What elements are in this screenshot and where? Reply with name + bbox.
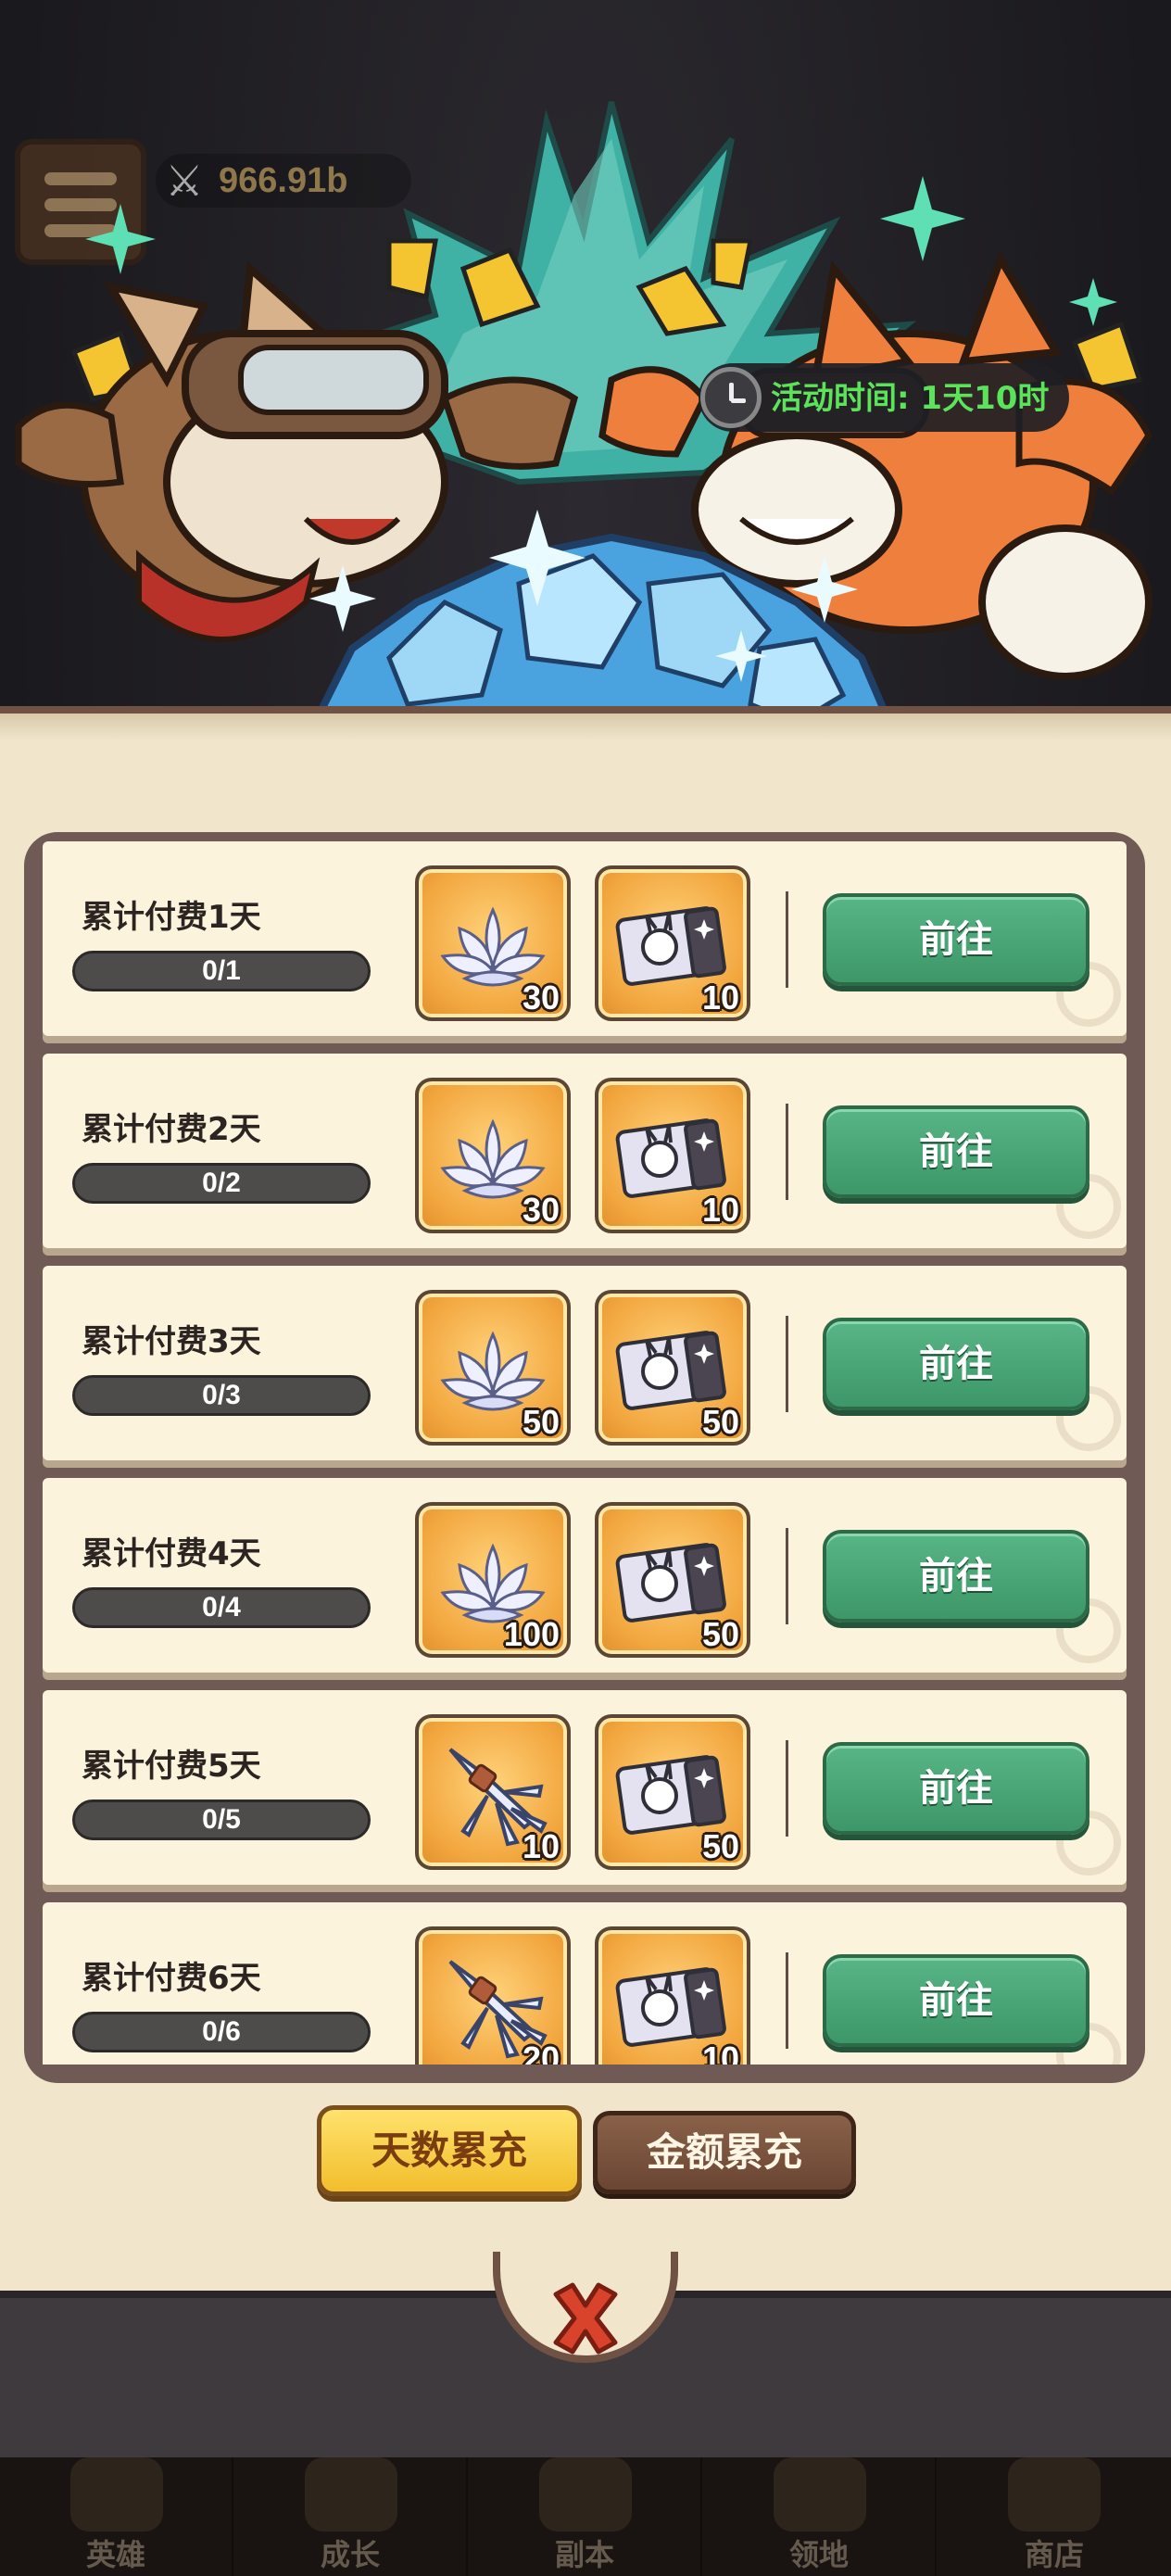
reward-item[interactable]: 50 bbox=[415, 1290, 571, 1446]
reward-row: 累计付费4天 0/4 100 50 前往 bbox=[43, 1478, 1127, 1673]
reward-item[interactable]: 30 bbox=[415, 1078, 571, 1233]
row-title: 累计付费6天 bbox=[82, 1960, 261, 1997]
go-button[interactable]: 前往 bbox=[823, 1105, 1089, 1198]
reward-quantity: 10 bbox=[701, 1191, 739, 1229]
crossed-swords-icon bbox=[539, 2457, 632, 2532]
reward-row: 累计付费6天 0/6 20 10 前往 bbox=[43, 1902, 1127, 2065]
nav-label: 领地 bbox=[788, 2537, 849, 2572]
reward-quantity: 30 bbox=[522, 1191, 560, 1229]
shop-chest-icon bbox=[1008, 2457, 1101, 2532]
reward-item[interactable]: 50 bbox=[595, 1290, 750, 1446]
tab-daily-recharge[interactable]: 天数累充 bbox=[317, 2105, 582, 2196]
growth-icon bbox=[305, 2457, 397, 2532]
progress-text: 0/5 bbox=[202, 1804, 241, 1835]
nav-label: 商店 bbox=[1024, 2537, 1084, 2572]
go-button-label: 前往 bbox=[919, 1767, 993, 1810]
clock-icon bbox=[700, 367, 762, 428]
reward-row: 累计付费5天 0/5 10 50 前往 bbox=[43, 1690, 1127, 1885]
reward-quantity: 10 bbox=[522, 1827, 560, 1865]
hero-icon bbox=[70, 2457, 163, 2532]
reward-quantity: 20 bbox=[522, 2039, 560, 2065]
progress-text: 0/1 bbox=[202, 955, 241, 986]
row-separator bbox=[786, 1104, 788, 1200]
reward-quantity: 30 bbox=[522, 979, 560, 1017]
reward-list[interactable]: 累计付费1天 0/1 30 10 前往 累计付费2天 0/2 30 10 前往 累计付费3天 0/3 5… bbox=[43, 832, 1127, 2065]
progress-text: 0/3 bbox=[202, 1380, 241, 1410]
reward-row: 累计付费1天 0/1 30 10 前往 bbox=[43, 841, 1127, 1036]
reward-item[interactable]: 10 bbox=[595, 865, 750, 1021]
progress-text: 0/4 bbox=[202, 1592, 241, 1623]
close-icon[interactable] bbox=[545, 2278, 626, 2359]
go-button[interactable]: 前往 bbox=[823, 1318, 1089, 1410]
reward-row: 累计付费3天 0/3 50 50 前往 bbox=[43, 1266, 1127, 1460]
nav-label: 副本 bbox=[554, 2537, 614, 2572]
row-title: 累计付费3天 bbox=[82, 1323, 261, 1360]
row-separator bbox=[786, 1528, 788, 1624]
row-separator bbox=[786, 1740, 788, 1837]
reward-item[interactable]: 10 bbox=[415, 1714, 571, 1870]
go-button-label: 前往 bbox=[919, 1343, 993, 1385]
nav-item-shop[interactable]: 商店 bbox=[938, 2457, 1171, 2576]
row-title: 累计付费2天 bbox=[82, 1111, 261, 1148]
reward-quantity: 50 bbox=[701, 1403, 739, 1441]
go-button-label: 前往 bbox=[919, 1555, 993, 1597]
row-separator bbox=[786, 1316, 788, 1412]
reward-item[interactable]: 10 bbox=[595, 1078, 750, 1233]
bottom-nav: 英雄 成长 副本 领地 商店 bbox=[0, 2457, 1171, 2576]
go-button[interactable]: 前往 bbox=[823, 1742, 1089, 1835]
nav-label: 成长 bbox=[320, 2537, 380, 2572]
progress-bar: 0/2 bbox=[72, 1163, 371, 1204]
reward-quantity: 10 bbox=[701, 2039, 739, 2065]
reward-item[interactable]: 50 bbox=[595, 1502, 750, 1658]
reward-quantity: 50 bbox=[701, 1827, 739, 1865]
row-separator bbox=[786, 1952, 788, 2049]
row-title: 累计付费1天 bbox=[82, 899, 261, 936]
go-button-label: 前往 bbox=[919, 918, 993, 961]
progress-bar: 0/3 bbox=[72, 1375, 371, 1416]
go-button[interactable]: 前往 bbox=[823, 1954, 1089, 2047]
progress-bar: 0/5 bbox=[72, 1799, 371, 1840]
nav-item-growth[interactable]: 成长 bbox=[234, 2457, 468, 2576]
nav-item-territory[interactable]: 领地 bbox=[703, 2457, 937, 2576]
go-button[interactable]: 前往 bbox=[823, 893, 1089, 986]
reward-item[interactable]: 20 bbox=[415, 1926, 571, 2065]
progress-text: 0/2 bbox=[202, 1168, 241, 1198]
reward-item[interactable]: 50 bbox=[595, 1714, 750, 1870]
reward-quantity: 50 bbox=[701, 1615, 739, 1653]
row-separator bbox=[786, 891, 788, 988]
go-button-label: 前往 bbox=[919, 1130, 993, 1173]
event-timer-text: 活动时间: 1天10时 bbox=[771, 380, 1050, 417]
progress-text: 0/6 bbox=[202, 2016, 241, 2047]
reward-quantity: 100 bbox=[503, 1615, 560, 1653]
reward-quantity: 50 bbox=[522, 1403, 560, 1441]
row-title: 累计付费5天 bbox=[82, 1748, 261, 1785]
reward-item[interactable]: 30 bbox=[415, 865, 571, 1021]
nav-item-heroes[interactable]: 英雄 bbox=[0, 2457, 233, 2576]
nav-item-dungeon[interactable]: 副本 bbox=[469, 2457, 702, 2576]
go-button[interactable]: 前往 bbox=[823, 1530, 1089, 1623]
go-button-label: 前往 bbox=[919, 1979, 993, 2022]
tab-daily-recharge-label: 天数累充 bbox=[371, 2128, 527, 2173]
reward-row: 累计付费2天 0/2 30 10 前往 bbox=[43, 1054, 1127, 1248]
reward-item[interactable]: 10 bbox=[595, 1926, 750, 2065]
tab-amount-recharge[interactable]: 金额累充 bbox=[593, 2111, 856, 2194]
row-title: 累计付费4天 bbox=[82, 1535, 261, 1572]
progress-bar: 0/1 bbox=[72, 951, 371, 991]
nav-label: 英雄 bbox=[85, 2537, 145, 2572]
tab-amount-recharge-label: 金额累充 bbox=[646, 2129, 802, 2175]
progress-bar: 0/4 bbox=[72, 1587, 371, 1628]
territory-icon bbox=[774, 2457, 866, 2532]
progress-bar: 0/6 bbox=[72, 2012, 371, 2052]
reward-quantity: 10 bbox=[701, 979, 739, 1017]
reward-item[interactable]: 100 bbox=[415, 1502, 571, 1658]
